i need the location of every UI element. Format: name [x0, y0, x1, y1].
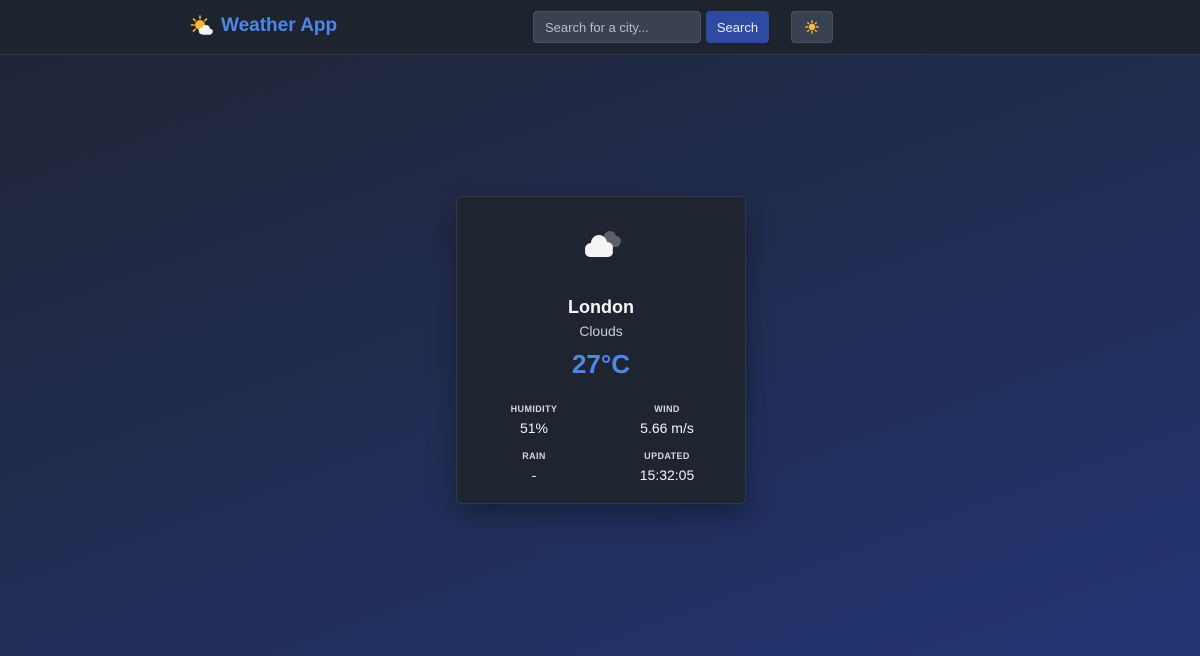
- city-name: London: [568, 297, 634, 317]
- updated-label: UPDATED: [644, 451, 690, 461]
- theme-toggle-button[interactable]: [791, 11, 833, 43]
- rain-value: -: [531, 467, 537, 483]
- humidity-label: HUMIDITY: [510, 404, 558, 414]
- sun-icon: [805, 20, 819, 34]
- temperature-value: 27°C: [571, 349, 631, 379]
- wind-stat: WIND 5.66 m/s: [607, 404, 727, 436]
- search-button[interactable]: Search: [706, 11, 769, 43]
- humidity-value: 51%: [519, 420, 549, 436]
- app-brand[interactable]: Weather App: [190, 14, 337, 38]
- sun-behind-cloud-icon: [190, 15, 213, 35]
- city-search-input[interactable]: [533, 11, 701, 43]
- updated-value: 15:32:05: [639, 467, 695, 483]
- top-bar: Weather App Search: [0, 0, 1200, 55]
- app-title: Weather App: [221, 15, 338, 36]
- updated-stat: UPDATED 15:32:05: [607, 451, 727, 483]
- rain-label: RAIN: [522, 451, 546, 461]
- cloud-icon: [585, 231, 621, 257]
- humidity-stat: HUMIDITY 51%: [474, 404, 594, 436]
- wind-label: WIND: [654, 404, 680, 414]
- wind-value: 5.66 m/s: [640, 420, 694, 436]
- weather-card: London Clouds 27°C HUMIDITY 51% WIND 5.6…: [456, 196, 746, 504]
- rain-stat: RAIN -: [474, 451, 594, 483]
- weather-condition: Clouds: [579, 323, 623, 339]
